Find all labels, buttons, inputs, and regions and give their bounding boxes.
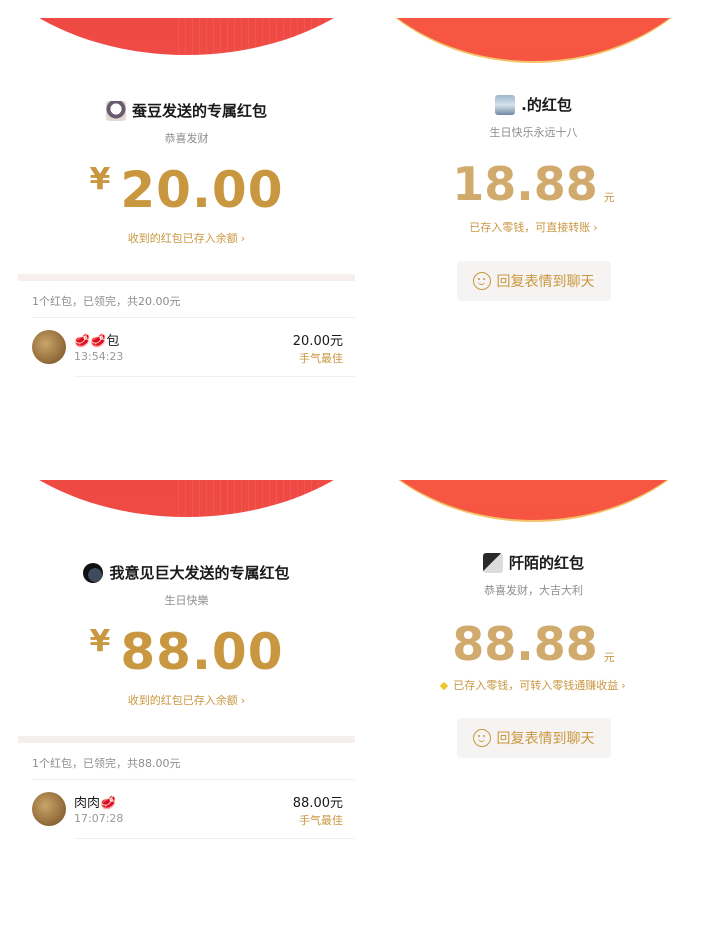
section-divider	[18, 736, 355, 743]
reply-sticker-button[interactable]: 回复表情到聊天	[456, 261, 611, 301]
red-header-arc	[365, 18, 702, 63]
red-packet-panel-b: .的红包 生日快乐永远十八 18.88 元 已存入零钱，可直接转账 › 回复表情到…	[365, 18, 702, 458]
reply-sticker-label: 回复表情到聊天	[496, 274, 595, 290]
receive-time: 17:07:28	[74, 812, 124, 825]
row-separator	[74, 838, 355, 839]
amount-display: 18.88 元	[365, 160, 702, 208]
red-packet-panel-d: 阡陌的红包 恭喜发财，大吉大利 88.88 元 已存入零钱，可转入零钱通赚收益 ›…	[365, 480, 702, 920]
amount-display: ¥ 88.00	[18, 623, 355, 681]
amount-value: 88.88	[452, 617, 598, 671]
sender-avatar[interactable]	[83, 562, 104, 583]
balance-link-label: 收到的红包已存入余额	[127, 694, 238, 707]
greeting-text: 生日快乐永远十八	[489, 126, 578, 139]
sender-title-row: 阡陌的红包	[365, 552, 702, 573]
red-header-arc	[18, 480, 355, 520]
best-luck-badge: 手气最佳	[299, 814, 343, 827]
currency-symbol: ¥	[89, 624, 111, 659]
sender-title: .的红包	[521, 96, 572, 114]
receive-amount: 88.00元	[292, 796, 343, 811]
red-packet-panel-c: 我意见巨大发送的专属红包 生日快樂 ¥ 88.00 收到的红包已存入余额 › 1个…	[18, 480, 355, 920]
currency-unit: 元	[603, 191, 615, 204]
receiver-name: 肉肉🥩	[74, 796, 117, 811]
packet-summary: 1个红包，已领完，共20.00元	[32, 295, 181, 308]
packet-summary: 1个红包，已领完，共88.00元	[32, 757, 181, 770]
smile-icon	[472, 729, 491, 747]
receiver-record[interactable]: 🥩🥩包 13:54:23 20.00元 手气最佳	[32, 328, 343, 368]
sender-title: 阡陌的红包	[508, 554, 584, 572]
receive-time: 13:54:23	[74, 350, 124, 363]
amount-display: ¥ 20.00	[18, 161, 355, 219]
change-link[interactable]: 已存入零钱，可转入零钱通赚收益 ›	[365, 677, 702, 693]
row-separator	[32, 317, 355, 318]
receive-amount: 20.00元	[292, 334, 343, 349]
receiver-name: 🥩🥩包	[74, 334, 120, 349]
currency-symbol: ¥	[89, 162, 111, 197]
red-packet-panel-a: 蚕豆发送的专属红包 恭喜发财 ¥ 20.00 收到的红包已存入余额 › 1个红包，…	[18, 18, 355, 458]
best-luck-badge: 手气最佳	[299, 352, 343, 365]
receiver-avatar[interactable]	[32, 330, 66, 364]
amount-value: 88.00	[120, 623, 284, 681]
amount-value: 18.88	[452, 157, 598, 211]
chevron-right-icon: ›	[240, 232, 246, 245]
sender-title-row: 我意见巨大发送的专属红包	[18, 562, 355, 583]
amount-value: 20.00	[120, 161, 284, 219]
balance-link[interactable]: 收到的红包已存入余额 ›	[18, 692, 355, 708]
amount-display: 88.88 元	[365, 620, 702, 668]
sender-title-row: 蚕豆发送的专属红包	[18, 100, 355, 121]
receiver-record[interactable]: 肉肉🥩 17:07:28 88.00元 手气最佳	[32, 790, 343, 830]
red-header-arc	[18, 18, 355, 58]
smile-icon	[472, 272, 491, 290]
sender-title: 我意见巨大发送的专属红包	[109, 564, 290, 582]
red-header-arc	[365, 480, 702, 522]
sender-avatar[interactable]	[482, 552, 503, 573]
greeting-text: 生日快樂	[164, 594, 209, 607]
chevron-right-icon: ›	[593, 221, 598, 234]
chevron-right-icon: ›	[240, 694, 246, 707]
diamond-icon	[440, 681, 449, 691]
change-link-label: 已存入零钱，可转入零钱通赚收益	[453, 679, 619, 692]
balance-link[interactable]: 收到的红包已存入余额 ›	[18, 230, 355, 246]
balance-link-label: 收到的红包已存入余额	[127, 232, 238, 245]
sender-title: 蚕豆发送的专属红包	[131, 102, 267, 120]
greeting-text: 恭喜发财，大吉大利	[484, 584, 583, 597]
reply-sticker-button[interactable]: 回复表情到聊天	[456, 718, 611, 758]
chevron-right-icon: ›	[621, 679, 626, 692]
row-separator	[74, 376, 355, 377]
change-link-label: 已存入零钱，可直接转账	[469, 221, 591, 234]
sender-avatar[interactable]	[105, 100, 126, 121]
row-separator	[32, 779, 355, 780]
section-divider	[18, 274, 355, 281]
greeting-text: 恭喜发财	[164, 132, 209, 145]
change-link[interactable]: 已存入零钱，可直接转账 ›	[365, 219, 702, 235]
currency-unit: 元	[603, 651, 615, 664]
sender-title-row: .的红包	[365, 94, 702, 115]
reply-sticker-label: 回复表情到聊天	[496, 731, 595, 747]
sender-avatar[interactable]	[495, 94, 516, 115]
receiver-avatar[interactable]	[32, 792, 66, 826]
